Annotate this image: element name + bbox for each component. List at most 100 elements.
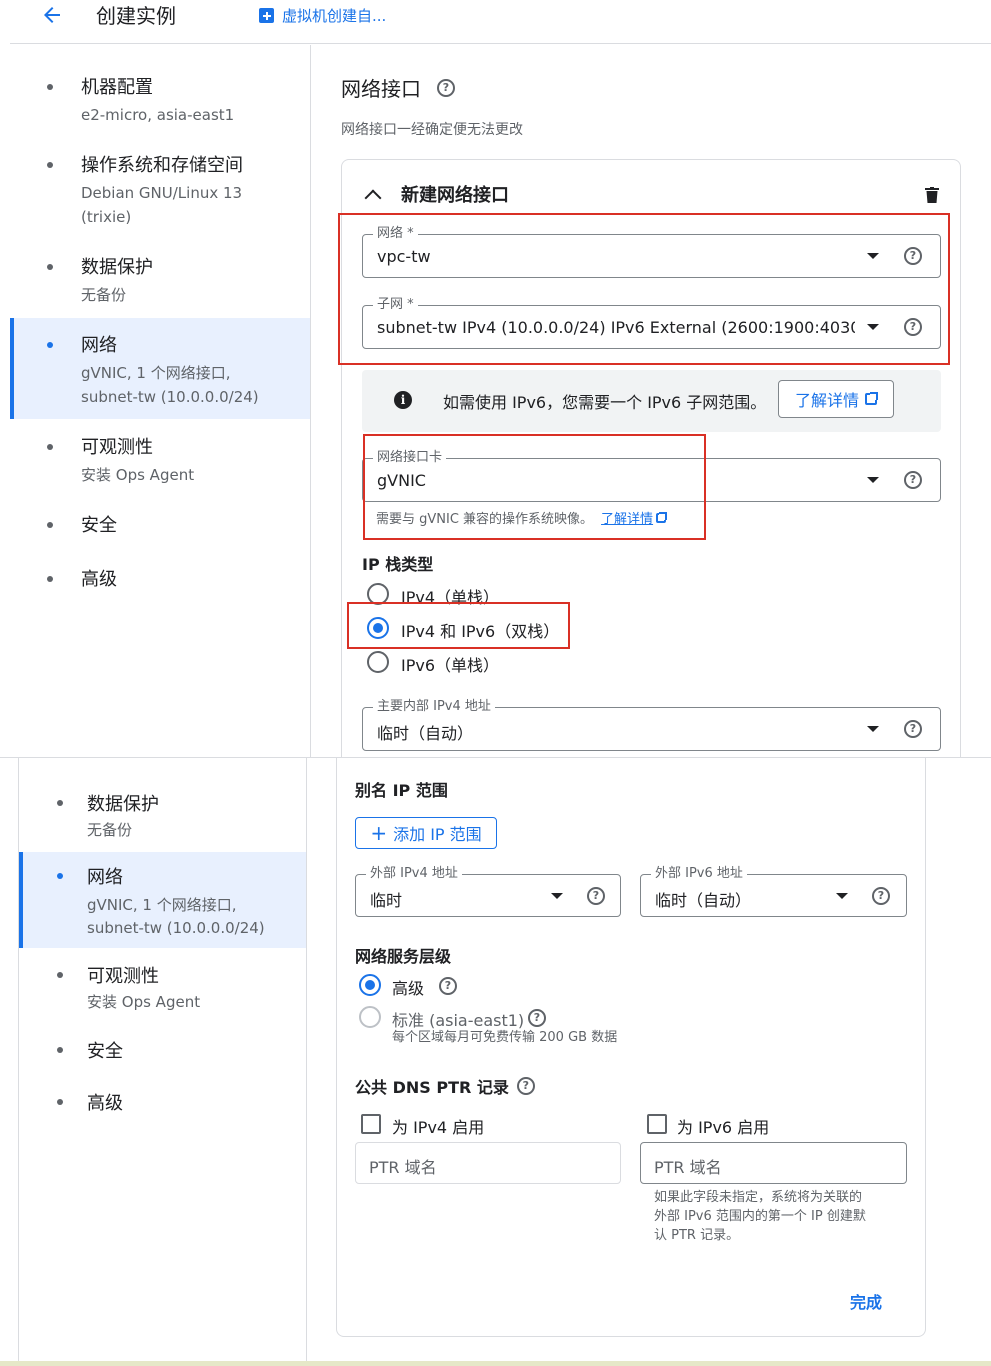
highlight-box: [347, 602, 570, 649]
sidebar-item-sub: Debian GNU/Linux 13: [81, 184, 243, 202]
sidebar-item-title: 高级: [87, 1093, 123, 1114]
info-icon: i: [394, 391, 412, 409]
dns-ptr-title: 公共 DNS PTR 记录 ?: [355, 1074, 535, 1098]
ipv6-ptr-input[interactable]: PTR 域名: [640, 1142, 907, 1184]
field-value: 临时: [370, 891, 403, 910]
sidebar-item-data-protection[interactable]: 数据保护 无备份: [19, 786, 306, 850]
sidebar-item-sub: gVNIC, 1 个网络接口,: [87, 896, 237, 914]
help-icon[interactable]: ?: [904, 720, 922, 738]
tier-radio-premium[interactable]: [359, 974, 381, 996]
sidebar-item-title: 网络: [87, 867, 123, 888]
external-link-icon: [865, 392, 878, 405]
sidebar-item-title: 数据保护: [81, 257, 153, 278]
learn-more-button[interactable]: 了解详情: [778, 380, 894, 418]
caret-down-icon: [836, 893, 848, 899]
ipv6-ptr-checkbox[interactable]: [647, 1114, 667, 1134]
sidebar-item-title: 安全: [81, 515, 117, 536]
sidebar-item-sub: 无备份: [87, 821, 133, 839]
sidebar-item-sub: 无备份: [81, 286, 127, 304]
done-button[interactable]: 完成: [850, 1289, 882, 1313]
field-label: 外部 IPv6 地址: [651, 866, 747, 882]
bottom-edge: [0, 1361, 991, 1366]
sidebar-item-machine[interactable]: 机器配置 e2-micro, asia-east1: [10, 65, 310, 129]
caret-down-icon: [867, 726, 879, 732]
help-icon[interactable]: ?: [528, 1009, 546, 1027]
help-icon[interactable]: ?: [516, 1077, 535, 1095]
field-value: 临时（自动）: [377, 724, 474, 743]
help-icon[interactable]: ?: [904, 471, 922, 489]
sidebar-item-title: 高级: [81, 569, 117, 590]
bullet-icon: [47, 522, 53, 528]
highlight-box: [363, 434, 706, 540]
sidebar-item-sub: (trixie): [81, 208, 132, 226]
sidebar-top: 机器配置 e2-micro, asia-east1 操作系统和存储空间 Debi…: [10, 45, 311, 757]
field-label: 外部 IPv4 地址: [366, 866, 462, 882]
add-ip-range-label: 添加 IP 范围: [393, 825, 482, 844]
external-ipv4-select[interactable]: 外部 IPv4 地址 临时 ?: [355, 866, 621, 917]
external-ipv6-select[interactable]: 外部 IPv6 地址 临时（自动） ?: [640, 866, 907, 917]
network-tier-title: 网络服务层级: [355, 947, 452, 966]
ipv6-ptr-hint-line: 认 PTR 记录。: [654, 1228, 740, 1243]
sidebar-item-network[interactable]: 网络 gVNIC, 1 个网络接口, subnet-tw (10.0.0.0/2…: [19, 852, 306, 948]
sidebar-item-title: 网络: [81, 335, 117, 356]
bullet-icon: [57, 1047, 63, 1053]
tier-radio-standard[interactable]: [359, 1006, 381, 1028]
sidebar-item-security[interactable]: 安全: [19, 1036, 306, 1076]
add-ip-range-button[interactable]: + 添加 IP 范围: [355, 817, 497, 849]
sidebar-item-advanced[interactable]: 高级: [10, 557, 310, 597]
section-title-text: 网络接口: [341, 77, 421, 101]
plus-icon: +: [370, 821, 388, 845]
card-title: 新建网络接口: [401, 185, 509, 206]
ipv4-ptr-checkbox[interactable]: [361, 1114, 381, 1134]
help-icon[interactable]: ?: [437, 78, 455, 97]
input-placeholder: PTR 域名: [654, 1158, 722, 1177]
sidebar-item-network[interactable]: 网络 gVNIC, 1 个网络接口, subnet-tw (10.0.0.0/2…: [10, 318, 310, 419]
bullet-icon: [57, 800, 63, 806]
checkbox-label: 为 IPv4 启用: [392, 1118, 485, 1137]
help-icon[interactable]: ?: [872, 887, 890, 905]
bullet-icon: [47, 84, 53, 90]
sidebar-item-observability[interactable]: 可观测性 安装 Ops Agent: [19, 960, 306, 1024]
field-label: 主要内部 IPv4 地址: [373, 699, 495, 715]
sidebar-item-sub: subnet-tw (10.0.0.0/24): [87, 919, 265, 937]
sidebar-item-title: 数据保护: [87, 794, 159, 815]
bullet-icon: [47, 342, 53, 348]
info-text: 如需使用 IPv6，您需要一个 IPv6 子网范围。: [443, 393, 767, 412]
top-bar: 创建实例 虚拟机创建自...: [10, 0, 991, 44]
ipv6-ptr-hint-line: 如果此字段未指定，系统将为关联的: [654, 1190, 863, 1205]
primary-ipv4-select[interactable]: 主要内部 IPv4 地址 临时（自动） ?: [362, 699, 941, 751]
sidebar-item-os[interactable]: 操作系统和存储空间 Debian GNU/Linux 13 (trixie): [10, 143, 310, 235]
section-title: 网络接口 ?: [341, 73, 455, 102]
ip-stack-radio-ipv6[interactable]: [367, 651, 389, 673]
help-icon[interactable]: ?: [439, 977, 457, 995]
input-placeholder: PTR 域名: [369, 1158, 437, 1177]
bullet-icon: [47, 576, 53, 582]
highlight-box: [338, 213, 950, 365]
sidebar-item-sub: 安装 Ops Agent: [81, 466, 195, 484]
ipv4-ptr-input[interactable]: PTR 域名: [355, 1142, 621, 1184]
interface-card-continued: 别名 IP 范围 + 添加 IP 范围 外部 IPv4 地址 临时 ? 外部 I…: [308, 758, 991, 1361]
help-icon[interactable]: ?: [587, 887, 605, 905]
sidebar-item-data-protection[interactable]: 数据保护 无备份: [10, 245, 310, 309]
doc-link-label: 虚拟机创建自...: [282, 7, 387, 25]
sidebar-item-title: 操作系统和存储空间: [81, 155, 243, 176]
radio-label: 高级: [392, 979, 425, 998]
field-value: 临时（自动）: [655, 891, 752, 910]
back-arrow-icon[interactable]: [40, 3, 64, 27]
sidebar-item-sub: 安装 Ops Agent: [87, 993, 201, 1011]
sidebar-item-sub: subnet-tw (10.0.0.0/24): [81, 388, 259, 406]
checkbox-label: 为 IPv6 启用: [677, 1118, 770, 1137]
sidebar-item-advanced[interactable]: 高级: [19, 1088, 306, 1128]
chevron-up-icon[interactable]: [364, 189, 382, 207]
bullet-icon: [57, 1099, 63, 1105]
bullet-icon: [47, 162, 53, 168]
trash-icon[interactable]: [925, 187, 939, 203]
sidebar-item-title: 可观测性: [87, 966, 159, 987]
sidebar-item-title: 安全: [87, 1041, 123, 1062]
alias-ip-title: 别名 IP 范围: [355, 781, 448, 800]
dns-ptr-title-text: 公共 DNS PTR 记录: [355, 1078, 509, 1097]
sidebar-item-security[interactable]: 安全: [10, 503, 310, 543]
doc-link[interactable]: 虚拟机创建自...: [259, 5, 386, 26]
sidebar-item-observability[interactable]: 可观测性 安装 Ops Agent: [10, 425, 310, 489]
ip-stack-title: IP 栈类型: [362, 555, 434, 574]
